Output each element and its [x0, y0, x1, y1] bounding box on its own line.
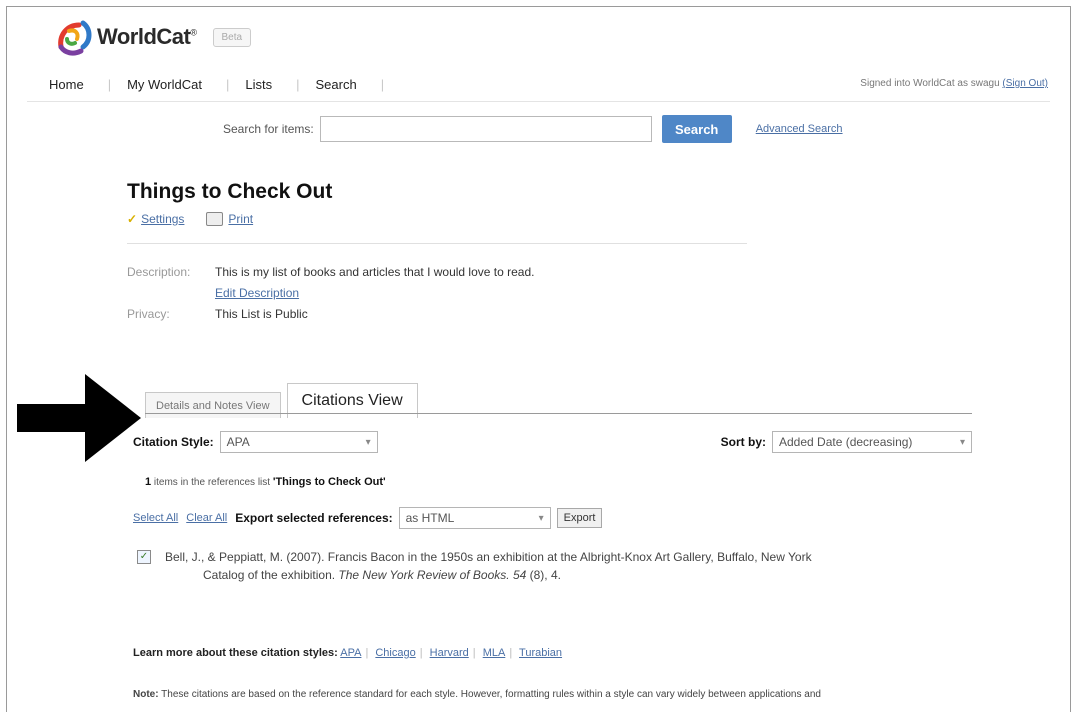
privacy-key: Privacy: [127, 307, 170, 321]
edit-description-row: Edit Description [215, 286, 299, 300]
export-button[interactable]: Export [556, 508, 603, 528]
select-all-link[interactable]: Select All [133, 512, 178, 524]
privacy-value: This List is Public [215, 307, 308, 321]
references-count-text: items in the references list [151, 477, 273, 488]
nav-separator: | [380, 77, 385, 92]
description-row: Description: This is my list of books and… [127, 265, 534, 279]
citation-text: Bell, J., & Peppiatt, M. (2007). Francis… [165, 548, 937, 584]
nav-separator: | [296, 77, 300, 92]
tab-divider [145, 413, 972, 414]
worldcat-globe-icon [58, 20, 92, 56]
clear-all-link[interactable]: Clear All [186, 512, 227, 524]
nav-separator: | [225, 77, 230, 92]
nav-my-worldcat[interactable]: My WorldCat [127, 77, 202, 92]
search-bar: Search for items: Search Advanced Search [223, 115, 843, 143]
citation-entry: ✓ Bell, J., & Peppiatt, M. (2007). Franc… [137, 548, 937, 584]
search-label: Search for items: [223, 122, 314, 136]
citation-style-value: APA [226, 435, 250, 449]
tab-details-and-notes[interactable]: Details and Notes View [145, 392, 281, 418]
nav-search[interactable]: Search [315, 77, 356, 92]
learn-more-label: Learn more about these citation styles: [133, 647, 338, 659]
sort-value: Added Date (decreasing) [779, 435, 913, 449]
list-title: Things to Check Out [127, 180, 333, 203]
privacy-row: Privacy: This List is Public [127, 307, 308, 321]
signed-in-status: Signed into WorldCat as swagu (Sign Out) [860, 78, 1048, 89]
note-text: These citations are based on the referen… [158, 689, 821, 700]
sign-out-link[interactable]: (Sign Out) [1002, 78, 1048, 89]
nav-lists[interactable]: Lists [245, 77, 272, 92]
beta-badge: Beta [212, 27, 252, 47]
style-link-harvard[interactable]: Harvard [430, 647, 469, 659]
citation-style-label: Citation Style: [133, 435, 214, 449]
nav-separator: | [107, 77, 112, 92]
description-value: This is my list of books and articles th… [215, 265, 535, 279]
citation-style-row: Citation Style: APA ▾ [133, 431, 378, 453]
chevron-down-icon: ▾ [959, 436, 965, 448]
advanced-search-link[interactable]: Advanced Search [756, 123, 843, 135]
citation-line-2: Catalog of the exhibition. The New York … [203, 568, 561, 582]
settings-link[interactable]: Settings [141, 212, 184, 226]
export-label: Export selected references: [235, 511, 393, 525]
export-format-value: as HTML [405, 511, 455, 525]
chevron-down-icon: ▾ [365, 436, 371, 448]
export-format-select[interactable]: as HTML ▾ [398, 507, 551, 529]
note-label: Note: [133, 689, 159, 700]
citation-note: Note: These citations are based on the r… [133, 689, 821, 700]
edit-description-link[interactable]: Edit Description [215, 286, 299, 300]
export-row: Select All Clear All Export selected ref… [133, 507, 603, 529]
chevron-down-icon: ▾ [538, 512, 544, 524]
sort-select[interactable]: Added Date (decreasing) ▾ [772, 431, 972, 453]
nav-divider [27, 101, 1050, 102]
nav-home[interactable]: Home [49, 77, 84, 92]
style-link-mla[interactable]: MLA [483, 647, 506, 659]
citation-checkbox[interactable]: ✓ [137, 550, 151, 564]
style-link-turabian[interactable]: Turabian [519, 647, 562, 659]
search-button[interactable]: Search [661, 115, 732, 143]
references-list-name: 'Things to Check Out' [272, 476, 386, 488]
page-frame: WorldCat® Beta Home | My WorldCat | List… [6, 6, 1071, 712]
signed-in-text: Signed into WorldCat as swagu [860, 78, 1000, 89]
references-count: 1 items in the references list 'Things t… [145, 476, 386, 488]
citation-style-select[interactable]: APA ▾ [219, 431, 378, 453]
print-link[interactable]: Print [228, 212, 253, 226]
style-link-chicago[interactable]: Chicago [375, 647, 415, 659]
learn-more-row: Learn more about these citation styles: … [133, 647, 563, 659]
pointer-arrow-icon [17, 374, 141, 462]
search-input[interactable] [319, 116, 652, 142]
description-key: Description: [127, 265, 191, 279]
printer-icon [206, 212, 224, 226]
top-nav: Home | My WorldCat | Lists | Search | [49, 77, 400, 92]
citation-journal: The New York Review of Books. 54 [338, 568, 527, 582]
title-divider [127, 243, 747, 244]
style-link-apa[interactable]: APA [340, 647, 361, 659]
sort-row: Sort by: Added Date (decreasing) ▾ [721, 431, 972, 453]
citation-line-1: Bell, J., & Peppiatt, M. (2007). Francis… [165, 550, 812, 564]
sort-label: Sort by: [720, 435, 766, 449]
checkmark-icon: ✓ [127, 212, 138, 226]
logo-text: WorldCat® [97, 24, 197, 49]
list-actions: ✓ Settings Print [127, 212, 253, 226]
worldcat-logo[interactable]: WorldCat® Beta [53, 17, 252, 57]
